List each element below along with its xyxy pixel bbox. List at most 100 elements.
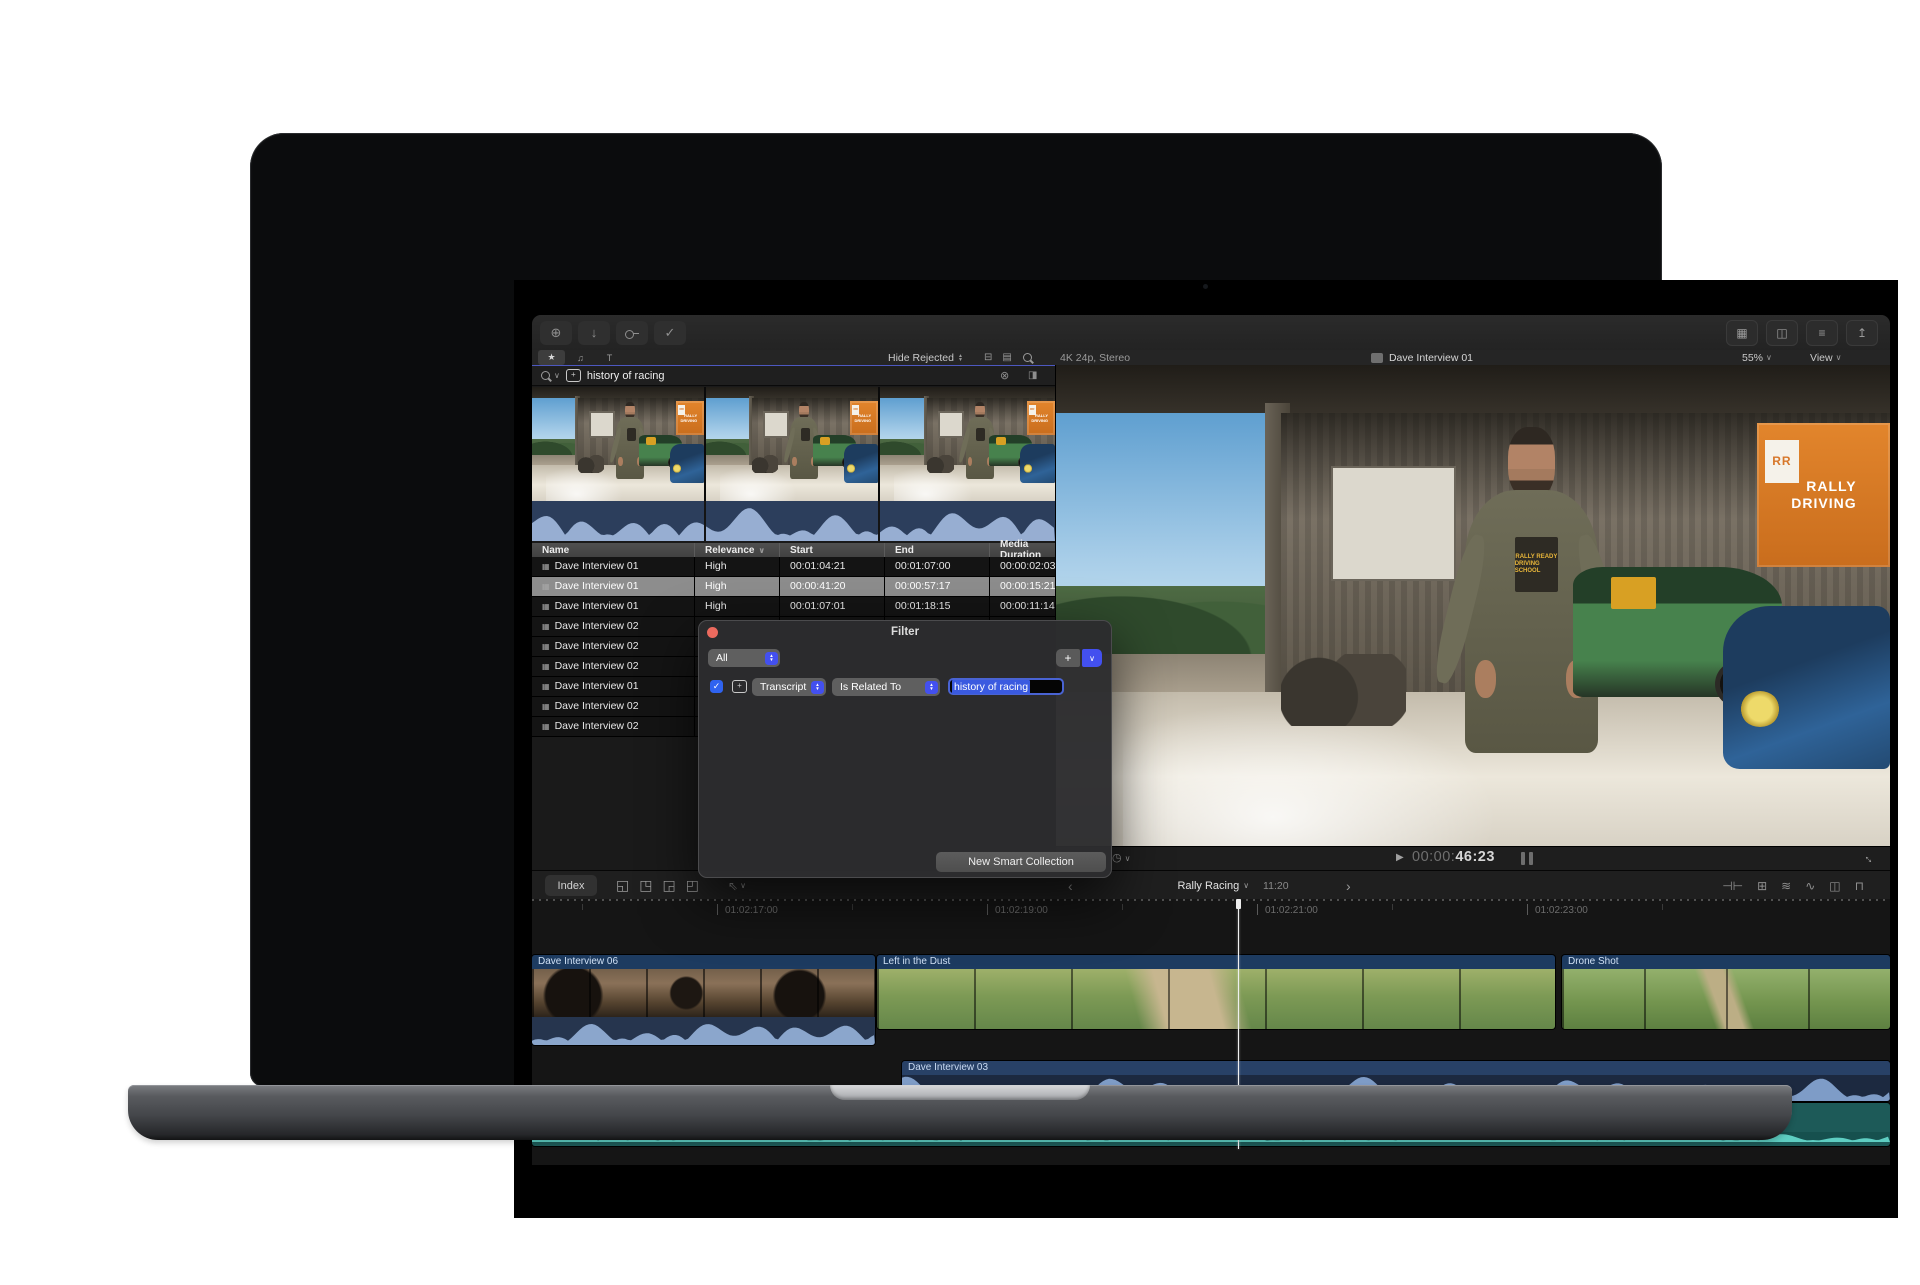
- connect-edit-icon[interactable]: ◱: [616, 877, 629, 894]
- adjust-sliders-icon[interactable]: ≡: [1806, 320, 1838, 346]
- table-cell: 00:01:04:21: [780, 557, 885, 576]
- clip-icon: ▦: [542, 622, 550, 631]
- rule-type-popup[interactable]: Transcript ▲▼: [752, 678, 826, 696]
- table-row[interactable]: ▦Dave Interview 01High00:00:41:2000:00:5…: [532, 577, 1055, 597]
- window-toolbar: ⊕ ↓ ✓ ▦ ◫ ≡ ↥: [532, 315, 1890, 351]
- viewer-zoom-menu[interactable]: 55% ∨: [1742, 350, 1772, 365]
- filter-panel-icon[interactable]: ◨: [1028, 370, 1037, 381]
- viewer-options-icon[interactable]: ◷ ∨: [1112, 851, 1131, 864]
- ruler-minor-tick: [852, 904, 853, 910]
- filter-rule-row: ✓ + Transcript ▲▼ Is Related To ▲▼ histo…: [698, 678, 1112, 698]
- viewer-title: Dave Interview 01: [1389, 352, 1473, 364]
- popup-stepper-icon: ▲▼: [765, 652, 778, 665]
- shirt-logo: RALLY READYDRIVING SCHOOL: [1515, 537, 1558, 592]
- filmstrip-frame: RALLYDRIVINGRR: [880, 387, 1055, 501]
- column-header-duration[interactable]: Media Duration: [990, 543, 1055, 557]
- toolbar-right-group: ▦ ◫ ≡ ↥: [1726, 320, 1878, 346]
- transitions-icon[interactable]: ⊞: [1757, 879, 1767, 893]
- share-icon[interactable]: ↥: [1846, 320, 1878, 346]
- download-button[interactable]: ↓: [578, 321, 610, 345]
- clip-filmstrip: [532, 969, 875, 1017]
- tab-titles[interactable]: T: [596, 350, 623, 365]
- search-field[interactable]: ∨ + history of racing ⊗ ◨: [532, 365, 1055, 386]
- search-icon: [540, 370, 552, 382]
- audio-meters[interactable]: [1521, 852, 1533, 865]
- ruler-minor-tick: [1392, 904, 1393, 910]
- playhead-handle[interactable]: [1236, 899, 1241, 909]
- add-rule-button[interactable]: +: [1056, 649, 1080, 667]
- rule-value-field[interactable]: history of racing: [948, 678, 1064, 695]
- ruler-tick: 01:02:21:00: [1257, 904, 1318, 916]
- viewer-format-info: 4K 24p, Stereo: [1060, 350, 1130, 365]
- clip-icon: ▦: [542, 582, 550, 591]
- filmstrip-preview[interactable]: RALLYDRIVINGRR RALLYDRIVINGRR: [532, 387, 1055, 541]
- video-content: RALLY READYDRIVING SCHOOL RALLY DRIVING: [1056, 365, 1890, 846]
- table-cell: High: [695, 557, 780, 576]
- laptop-lid: ⊕ ↓ ✓ ▦ ◫ ≡ ↥ ★ ♫: [250, 133, 1662, 1087]
- column-header-start[interactable]: Start: [780, 543, 885, 557]
- zoom-level: 55%: [1742, 352, 1763, 364]
- column-header-name[interactable]: Name: [532, 543, 695, 557]
- clip-label: Left in the Dust: [877, 955, 1555, 969]
- trim-icon[interactable]: ⊣⊢: [1722, 879, 1743, 893]
- clip-icon: ▦: [542, 722, 550, 731]
- fullscreen-icon[interactable]: ↔: [1861, 849, 1879, 867]
- overwrite-edit-icon[interactable]: ◰: [686, 877, 699, 894]
- import-media-button[interactable]: ⊕: [540, 321, 572, 345]
- tab-audio[interactable]: ♫: [567, 350, 594, 365]
- rule-checkbox[interactable]: ✓: [710, 680, 723, 693]
- column-header-end[interactable]: End: [885, 543, 990, 557]
- skimming-icon[interactable]: ∿: [1805, 879, 1815, 893]
- search-scope-chevron-icon[interactable]: ∨: [554, 371, 560, 380]
- timeline-clip-left-in-the-dust[interactable]: Left in the Dust: [877, 955, 1555, 1029]
- clip-appearance-icon[interactable]: ◫: [1829, 879, 1840, 893]
- hide-rejected-filter[interactable]: Hide Rejected ▲▼: [888, 350, 963, 365]
- rule-condition-popup[interactable]: Is Related To ▲▼: [832, 678, 940, 696]
- play-button[interactable]: ▶: [1396, 852, 1404, 863]
- ruler-minor-tick: [1122, 904, 1123, 910]
- clear-search-icon[interactable]: ⊗: [1000, 369, 1009, 382]
- column-header-relevance[interactable]: Relevance∨: [695, 543, 780, 557]
- viewer-video[interactable]: RALLY READYDRIVING SCHOOL RALLY DRIVING: [1056, 365, 1890, 846]
- next-project-arrow[interactable]: ›: [1346, 871, 1351, 900]
- viewer-view-menu[interactable]: View ∨: [1810, 350, 1841, 365]
- new-smart-collection-button[interactable]: New Smart Collection: [936, 852, 1106, 872]
- table-cell: High: [695, 597, 780, 616]
- task-check-button[interactable]: ✓: [654, 321, 686, 345]
- key-command-button[interactable]: [616, 321, 648, 345]
- filter-dialog: Filter All ▲▼ + ∨ ✓ + Transcript: [698, 620, 1112, 878]
- index-button[interactable]: Index: [545, 875, 597, 896]
- filmstrip-frame: RALLYDRIVINGRR: [706, 387, 880, 501]
- timeline-ruler[interactable]: 01:02:17:0001:02:19:0001:02:21:0001:02:2…: [532, 901, 1890, 921]
- table-cell: 00:00:41:20: [780, 577, 885, 596]
- panel-layout-icon[interactable]: ◫: [1766, 320, 1798, 346]
- table-row[interactable]: ▦Dave Interview 01High00:01:04:2100:01:0…: [532, 557, 1055, 577]
- timeline-clip-dave-interview-06[interactable]: Dave Interview 06: [532, 955, 875, 1045]
- filmstrip-view-icon[interactable]: ⊟: [984, 352, 992, 363]
- table-row[interactable]: ▦Dave Interview 01High00:01:07:0100:01:1…: [532, 597, 1055, 617]
- timecode-display[interactable]: 00:00:46:23: [1412, 849, 1495, 865]
- tab-clips[interactable]: ★: [538, 350, 565, 365]
- project-menu[interactable]: Rally Racing ∨ 11:20: [1128, 871, 1338, 900]
- append-edit-icon[interactable]: ◲: [662, 877, 675, 894]
- audio-lanes-icon[interactable]: ≋: [1781, 879, 1791, 893]
- clip-icon: ▦: [542, 682, 550, 691]
- laptop-notch: [830, 1085, 1090, 1100]
- search-icon[interactable]: [1022, 352, 1034, 364]
- insert-edit-icon[interactable]: ◳: [639, 877, 652, 894]
- grid-view-icon[interactable]: ▦: [1726, 320, 1758, 346]
- garage-items: [1281, 654, 1406, 726]
- table-cell: High: [695, 577, 780, 596]
- timeline-clip-drone-shot[interactable]: Drone Shot: [1562, 955, 1890, 1029]
- ruler-minor-tick: [1662, 904, 1663, 910]
- clip-icon: ▦: [542, 642, 550, 651]
- chevron-down-icon: ∨: [1243, 881, 1249, 890]
- table-header: Name Relevance∨ Start End Media Duration: [532, 543, 1055, 557]
- frame-divider: [878, 501, 880, 541]
- clip-icon: ▦: [542, 662, 550, 671]
- list-view-icon[interactable]: ▤: [1002, 352, 1011, 363]
- snapping-icon[interactable]: ⊓: [1855, 879, 1864, 893]
- add-rule-menu-button[interactable]: ∨: [1082, 649, 1102, 667]
- car-headlight: [1740, 691, 1780, 727]
- match-popup[interactable]: All ▲▼: [708, 649, 780, 667]
